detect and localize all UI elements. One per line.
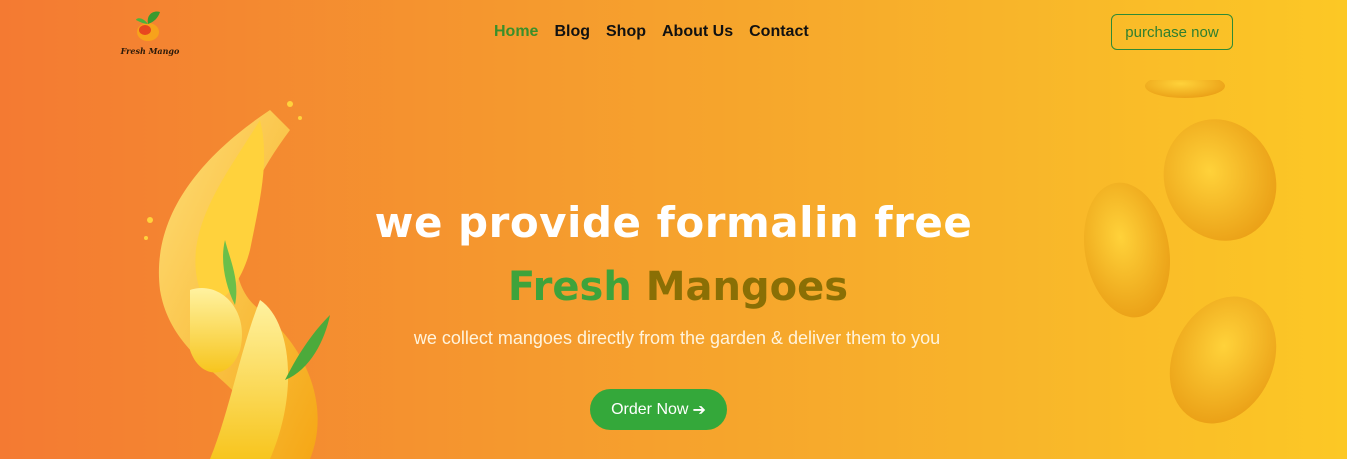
order-now-label: Order Now — [611, 400, 689, 418]
nav-item-blog[interactable]: Blog — [554, 23, 590, 41]
nav-item-about-us[interactable]: About Us — [662, 23, 733, 41]
logo-text: Fresh Mango — [120, 46, 180, 56]
hero-subtitle: we collect mangoes directly from the gar… — [413, 328, 941, 348]
highlight-fresh: Fresh — [507, 264, 632, 310]
mango-logo-icon — [136, 11, 160, 41]
nav-item-shop[interactable]: Shop — [606, 23, 646, 41]
main-nav: Home Blog Shop About Us Contact — [494, 23, 809, 41]
arrow-right-icon: ➔ — [692, 401, 706, 419]
brand-logo[interactable]: Fresh Mango — [118, 6, 182, 58]
purchase-now-button[interactable]: purchase now — [1111, 14, 1233, 50]
highlight-mangoes: Mangoes — [645, 264, 849, 310]
hero-headline: we provide formalin free — [374, 198, 973, 247]
order-now-button[interactable]: Order Now ➔ — [590, 389, 727, 430]
nav-item-home[interactable]: Home — [494, 23, 538, 41]
nav-item-contact[interactable]: Contact — [749, 23, 809, 41]
hero-highlight: Fresh Mangoes — [0, 264, 1347, 310]
